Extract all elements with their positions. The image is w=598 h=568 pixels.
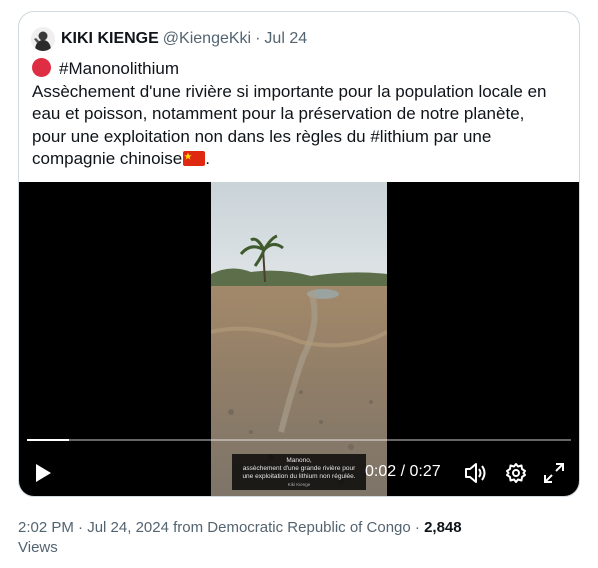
hashtag-line: #Manonolithium — [32, 58, 572, 81]
fullscreen-button[interactable] — [541, 461, 567, 485]
tweet-date[interactable]: Jul 24 — [264, 30, 307, 48]
tweet-meta: 2:02 PM · Jul 24, 2024 from Democratic R… — [18, 518, 578, 558]
text-end: . — [205, 149, 210, 168]
settings-icon — [506, 463, 526, 483]
hashtag-link[interactable]: #Manonolithium — [59, 59, 179, 78]
play-icon — [36, 464, 51, 482]
quoted-tweet-text: #Manonolithium Assèchement d'une rivière… — [32, 58, 572, 171]
separator-dot: · — [73, 519, 88, 536]
separator-dot: · — [410, 519, 425, 536]
video-frame — [211, 182, 387, 496]
subtitle-line: assèchement d'une grande rivière pour — [242, 465, 356, 472]
text-line: Assèchement d'une rivière si importante … — [32, 81, 547, 101]
progress-fill — [27, 439, 70, 441]
handle[interactable]: @KiengeKki — [163, 30, 251, 48]
settings-button[interactable] — [503, 461, 529, 485]
separator-dot: · — [255, 30, 261, 47]
subtitle-line: une exploitation du lithium non régulée. — [242, 473, 356, 480]
display-name[interactable]: KIKI KIENGE — [61, 30, 159, 48]
video-subtitle: Manono, assèchement d'une grande rivière… — [232, 454, 366, 490]
tweet-source: from Democratic Republic of Congo — [168, 519, 411, 536]
avatar[interactable] — [31, 27, 55, 51]
subtitle-line: Manono, — [286, 457, 312, 464]
views-count: 2,848 — [424, 519, 462, 536]
subtitle-credit: Kiki Kienge — [287, 482, 311, 487]
tweet-full-date[interactable]: Jul 24, 2024 — [87, 519, 169, 536]
video-player[interactable]: Manono, assèchement d'une grande rivière… — [19, 182, 579, 496]
text-line: eau et poisson, notamment pour la préser… — [32, 104, 525, 123]
text-line: compagnie chinoise — [32, 149, 183, 168]
tweet-time[interactable]: 2:02 PM — [18, 519, 74, 536]
quoted-tweet-header: KIKI KIENGE @KiengeKki · Jul 24 — [31, 26, 307, 52]
play-button[interactable] — [31, 461, 55, 485]
time-separator: / — [396, 463, 410, 480]
text-line: pour une exploitation non dans les règle… — [32, 126, 492, 146]
china-flag-icon — [183, 151, 206, 166]
fullscreen-icon — [544, 463, 564, 483]
duration: 0:27 — [409, 463, 441, 480]
current-time: 0:02 — [365, 463, 397, 480]
volume-icon — [465, 463, 486, 483]
progress-bar[interactable] — [27, 439, 571, 441]
meta-line: 2:02 PM · Jul 24, 2024 from Democratic R… — [18, 518, 578, 538]
quoted-tweet-card[interactable]: KIKI KIENGE @KiengeKki · Jul 24 #Manonol… — [18, 11, 580, 497]
text-line-last: compagnie chinoise. — [32, 148, 572, 171]
volume-button[interactable] — [463, 461, 489, 485]
views-label: Views — [18, 539, 58, 556]
red-circle-icon — [32, 58, 51, 77]
time-display: 0:02 / 0:27 — [365, 463, 441, 481]
